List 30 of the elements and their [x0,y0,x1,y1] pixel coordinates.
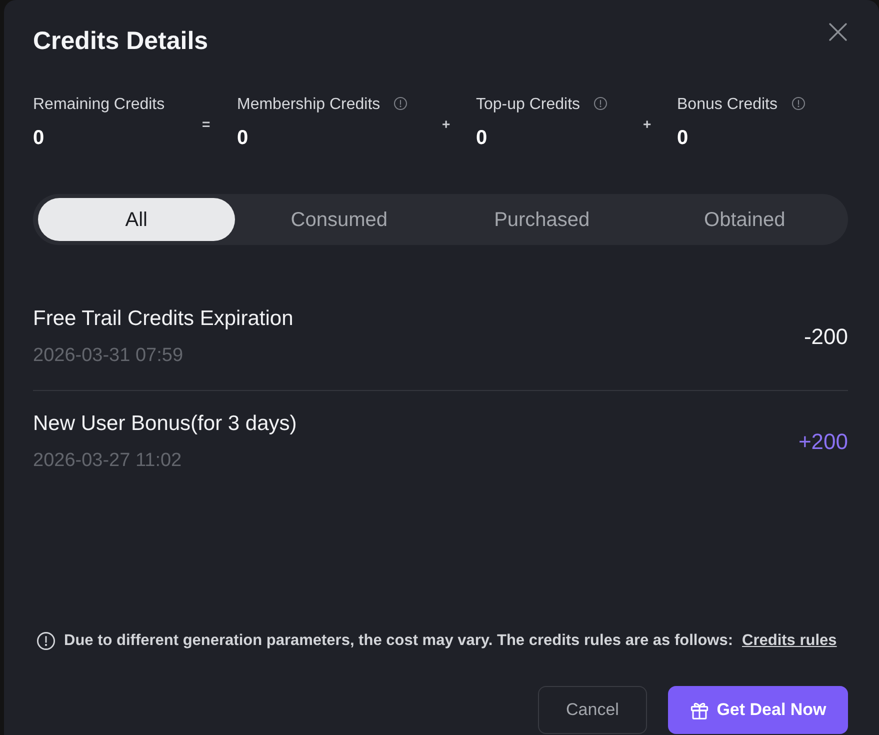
close-icon [828,22,848,42]
close-button[interactable] [828,20,848,40]
credit-value: 0 [677,126,688,150]
credits-rules-link[interactable]: Credits rules [742,631,837,651]
filter-tab[interactable]: Consumed [240,198,438,241]
info-icon [37,632,55,650]
operator-sign: = [201,114,210,134]
credit-label: Bonus Credits [677,96,778,113]
credit-label: Remaining Credits [33,96,165,113]
record-amount: -200 [804,325,848,349]
deal-button[interactable]: Get Deal Now [668,686,848,734]
dialog-title: Credits Details [33,26,208,56]
gift-icon [690,700,709,720]
cancel-button[interactable]: Cancel [538,686,647,734]
operator-sign: + [441,114,450,134]
record-title: Free Trail Credits Expiration [33,308,294,330]
operator-sign: + [642,114,652,134]
filter-tab[interactable]: Obtained [646,198,843,241]
credit-label: Top-up Credits [476,96,580,113]
record-date: 2026-03-31 07:59 [33,346,184,366]
record-title: New User Bonus(for 3 days) [33,413,297,435]
credit-value: 0 [476,126,488,150]
credit-value: 0 [237,126,248,150]
record-date: 2026-03-27 11:02 [33,451,183,471]
credit-label: Membership Credits [237,96,380,113]
notice-text: Due to different generation parameters, the cost may vary. The credits rules are as follows: [64,631,734,651]
filter-tab[interactable]: Purchased [444,198,640,241]
credit-value: 0 [33,126,44,150]
filter-tab[interactable]: All [38,198,235,241]
record-amount: +200 [798,430,848,454]
